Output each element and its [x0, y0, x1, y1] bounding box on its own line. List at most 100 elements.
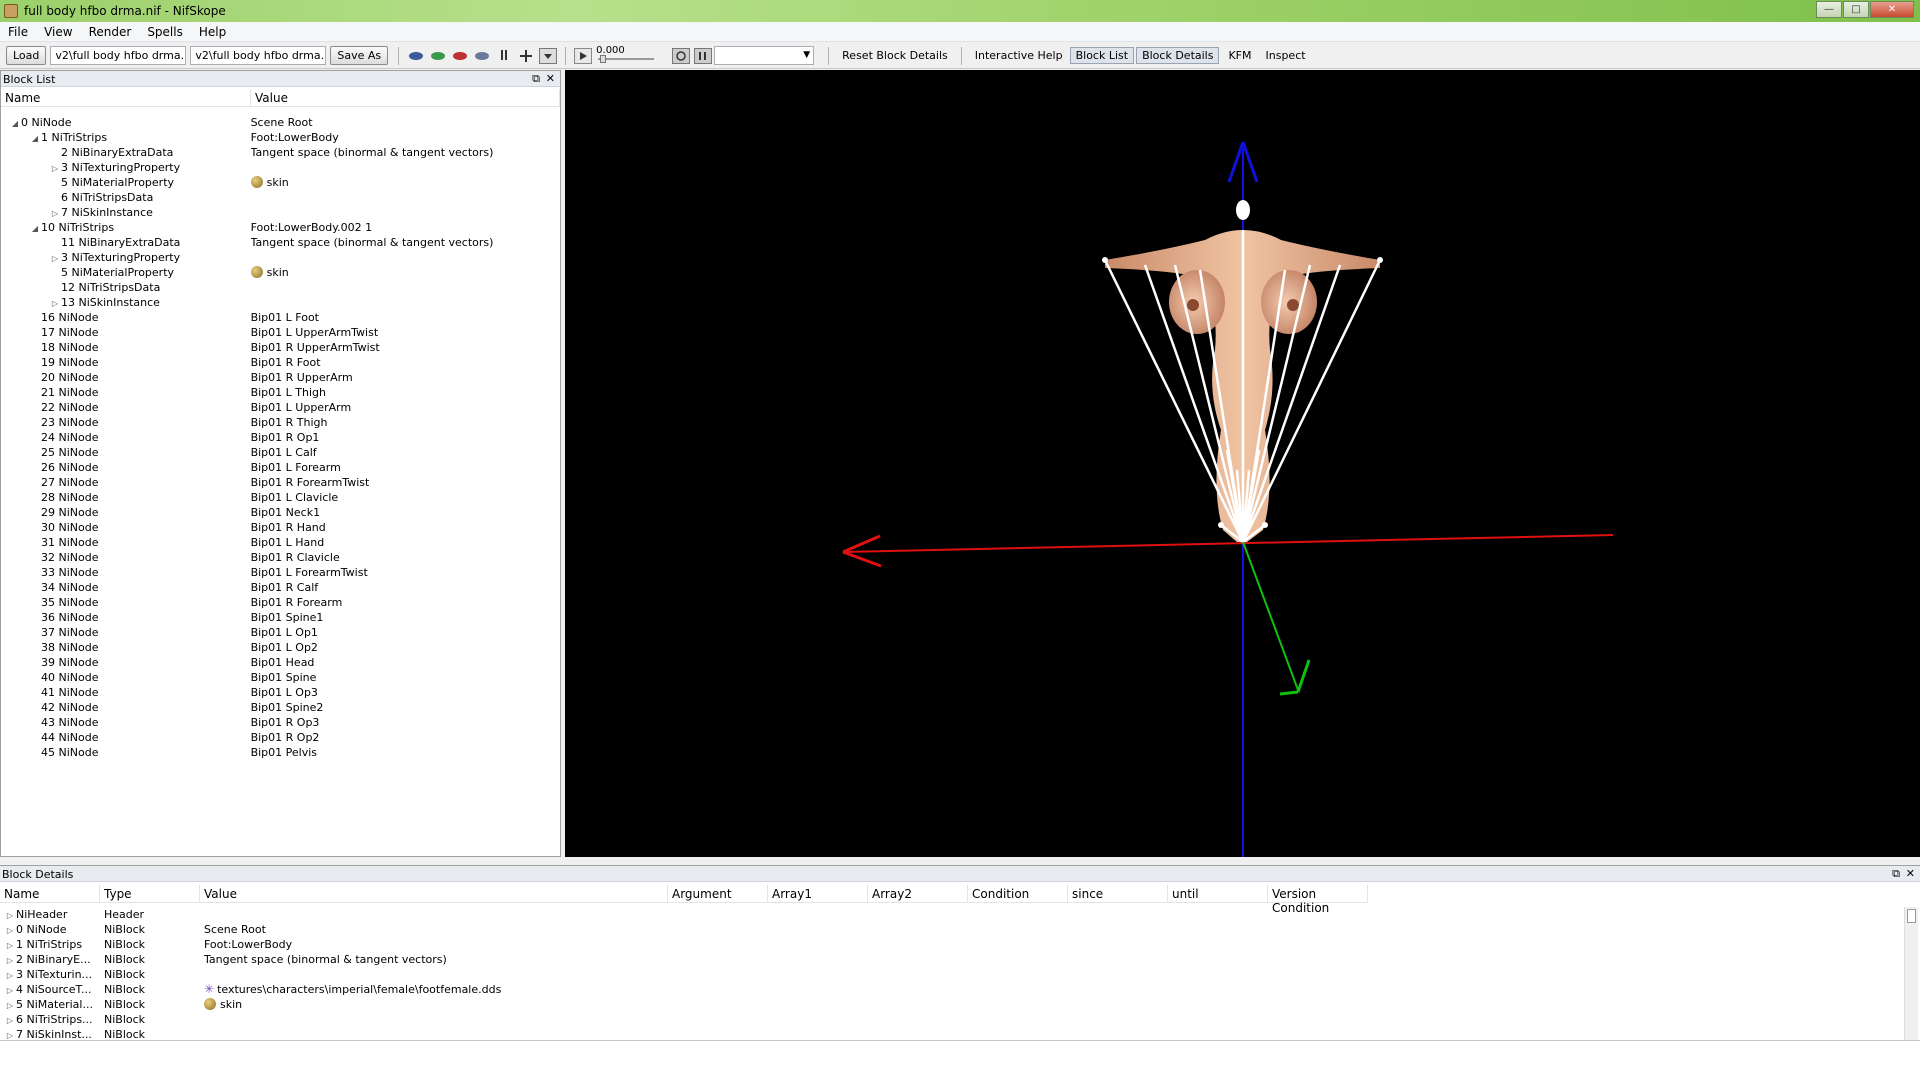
- details-row[interactable]: ▷ 0 NiNode NiBlock Scene Root: [0, 922, 1368, 937]
- close-button[interactable]: ✕: [1870, 1, 1914, 18]
- collapsed-arrow-icon[interactable]: ▷: [4, 983, 16, 997]
- tree-row[interactable]: 31 NiNode Bip01 L Hand: [1, 535, 560, 550]
- tree-row[interactable]: 6 NiTriStripsData: [1, 190, 560, 205]
- view-side-icon[interactable]: [451, 47, 469, 65]
- block-details-toggle[interactable]: Block Details: [1136, 47, 1220, 64]
- tree-row[interactable]: 16 NiNode Bip01 L Foot: [1, 310, 560, 325]
- load-button[interactable]: Load: [6, 46, 47, 65]
- details-row[interactable]: ▷ 5 NiMaterial... NiBlock skin: [0, 997, 1368, 1012]
- tree-row[interactable]: 30 NiNode Bip01 R Hand: [1, 520, 560, 535]
- close-icon[interactable]: ✕: [546, 72, 555, 85]
- menu-spells[interactable]: Spells: [139, 25, 191, 39]
- column-version-condition[interactable]: Version Condition: [1268, 885, 1368, 915]
- tree-row[interactable]: 44 NiNode Bip01 R Op2: [1, 730, 560, 745]
- tree-row[interactable]: 41 NiNode Bip01 L Op3: [1, 685, 560, 700]
- collapsed-arrow-icon[interactable]: ▷: [4, 1028, 16, 1040]
- column-type[interactable]: Type: [100, 885, 200, 902]
- tree-row[interactable]: 22 NiNode Bip01 L UpperArm: [1, 400, 560, 415]
- menu-render[interactable]: Render: [81, 25, 140, 39]
- tree-row[interactable]: ◢ 1 NiTriStrips Foot:LowerBody: [1, 130, 560, 145]
- details-row[interactable]: ▷ 3 NiTexturin... NiBlock: [0, 967, 1368, 982]
- view-front-icon[interactable]: [429, 47, 447, 65]
- tree-row[interactable]: ▷ 3 NiTexturingProperty: [1, 250, 560, 265]
- view-user-icon[interactable]: [473, 47, 491, 65]
- collapsed-arrow-icon[interactable]: ▷: [4, 953, 16, 967]
- save-path-field[interactable]: v2\full body hfbo drma.nif: [190, 46, 327, 65]
- details-row[interactable]: ▷ 7 NiSkinInst... NiBlock: [0, 1027, 1368, 1040]
- load-path-field[interactable]: v2\full body hfbo drma.nif: [50, 46, 187, 65]
- tree-row[interactable]: 5 NiMaterialProperty skin: [1, 265, 560, 280]
- details-row[interactable]: ▷ NiHeader Header: [0, 907, 1368, 922]
- tree-row[interactable]: ▷ 7 NiSkinInstance: [1, 205, 560, 220]
- save-as-button[interactable]: Save As: [330, 46, 389, 65]
- close-icon[interactable]: ✕: [1906, 867, 1915, 880]
- collapsed-arrow-icon[interactable]: ▷: [4, 1013, 16, 1027]
- tree-row[interactable]: 33 NiNode Bip01 L ForearmTwist: [1, 565, 560, 580]
- tree-row[interactable]: 23 NiNode Bip01 R Thigh: [1, 415, 560, 430]
- menu-view[interactable]: View: [36, 25, 80, 39]
- tree-row[interactable]: 18 NiNode Bip01 R UpperArmTwist: [1, 340, 560, 355]
- column-value[interactable]: Value: [251, 89, 560, 106]
- tree-row[interactable]: 24 NiNode Bip01 R Op1: [1, 430, 560, 445]
- collapsed-arrow-icon[interactable]: ▷: [4, 938, 16, 952]
- expanded-arrow-icon[interactable]: ◢: [29, 221, 41, 235]
- walk-mode-icon[interactable]: [495, 47, 513, 65]
- tree-row[interactable]: 17 NiNode Bip01 L UpperArmTwist: [1, 325, 560, 340]
- view-dropdown-icon[interactable]: [539, 47, 558, 65]
- details-row[interactable]: ▷ 2 NiBinaryE... NiBlock Tangent space (bin…: [0, 952, 1368, 967]
- animation-select[interactable]: ▼: [714, 46, 815, 65]
- reset-block-details-button[interactable]: Reset Block Details: [835, 49, 955, 62]
- details-row[interactable]: ▷ 4 NiSourceT... NiBlock ✳ textures\characte…: [0, 982, 1368, 997]
- tree-row[interactable]: 36 NiNode Bip01 Spine1: [1, 610, 560, 625]
- interactive-help-button[interactable]: Interactive Help: [968, 49, 1070, 62]
- float-icon[interactable]: ⧉: [532, 72, 540, 86]
- play-icon[interactable]: [574, 47, 593, 65]
- tree-row[interactable]: 20 NiNode Bip01 R UpperArm: [1, 370, 560, 385]
- tree-row[interactable]: 34 NiNode Bip01 R Calf: [1, 580, 560, 595]
- column-array2[interactable]: Array2: [868, 885, 968, 902]
- tree-row[interactable]: 42 NiNode Bip01 Spine2: [1, 700, 560, 715]
- tree-row[interactable]: 39 NiNode Bip01 Head: [1, 655, 560, 670]
- inspect-button[interactable]: Inspect: [1259, 49, 1313, 62]
- tree-row[interactable]: 19 NiNode Bip01 R Foot: [1, 355, 560, 370]
- column-name[interactable]: Name: [1, 89, 251, 106]
- tree-row[interactable]: 25 NiNode Bip01 L Calf: [1, 445, 560, 460]
- time-slider-thumb[interactable]: [600, 55, 607, 63]
- collapsed-arrow-icon[interactable]: ▷: [49, 296, 61, 310]
- loop-icon[interactable]: [672, 47, 691, 65]
- tree-row[interactable]: 12 NiTriStripsData: [1, 280, 560, 295]
- collapsed-arrow-icon[interactable]: ▷: [4, 998, 16, 1012]
- float-icon[interactable]: ⧉: [1892, 867, 1900, 881]
- tree-row[interactable]: 32 NiNode Bip01 R Clavicle: [1, 550, 560, 565]
- axis-gizmo-icon[interactable]: [517, 47, 535, 65]
- maximize-button[interactable]: □: [1843, 1, 1869, 18]
- column-since[interactable]: since: [1068, 885, 1168, 902]
- collapsed-arrow-icon[interactable]: ▷: [4, 908, 16, 922]
- details-scrollbar[interactable]: [1904, 907, 1918, 1040]
- collapsed-arrow-icon[interactable]: ▷: [49, 206, 61, 220]
- column-name[interactable]: Name: [0, 885, 100, 902]
- tree-row[interactable]: 35 NiNode Bip01 R Forearm: [1, 595, 560, 610]
- details-row[interactable]: ▷ 1 NiTriStrips NiBlock Foot:LowerBody: [0, 937, 1368, 952]
- tree-row[interactable]: 40 NiNode Bip01 Spine: [1, 670, 560, 685]
- switch-icon[interactable]: [694, 47, 713, 65]
- expanded-arrow-icon[interactable]: ◢: [9, 116, 21, 130]
- tree-row[interactable]: 11 NiBinaryExtraData Tangent space (binor…: [1, 235, 560, 250]
- tree-row[interactable]: 28 NiNode Bip01 L Clavicle: [1, 490, 560, 505]
- collapsed-arrow-icon[interactable]: ▷: [4, 923, 16, 937]
- column-array1[interactable]: Array1: [768, 885, 868, 902]
- tree-row[interactable]: ▷ 3 NiTexturingProperty: [1, 160, 560, 175]
- collapsed-arrow-icon[interactable]: ▷: [4, 968, 16, 982]
- tree-row[interactable]: 43 NiNode Bip01 R Op3: [1, 715, 560, 730]
- kfm-button[interactable]: KFM: [1221, 49, 1258, 62]
- collapsed-arrow-icon[interactable]: ▷: [49, 251, 61, 265]
- block-list-toggle[interactable]: Block List: [1069, 47, 1135, 64]
- tree-row[interactable]: 29 NiNode Bip01 Neck1: [1, 505, 560, 520]
- tree-row[interactable]: 37 NiNode Bip01 L Op1: [1, 625, 560, 640]
- tree-row[interactable]: 2 NiBinaryExtraData Tangent space (binorm…: [1, 145, 560, 160]
- tree-row[interactable]: 38 NiNode Bip01 L Op2: [1, 640, 560, 655]
- menu-file[interactable]: File: [0, 25, 36, 39]
- tree-row[interactable]: 21 NiNode Bip01 L Thigh: [1, 385, 560, 400]
- scrollbar-thumb[interactable]: [1907, 909, 1916, 923]
- tree-row[interactable]: 27 NiNode Bip01 R ForearmTwist: [1, 475, 560, 490]
